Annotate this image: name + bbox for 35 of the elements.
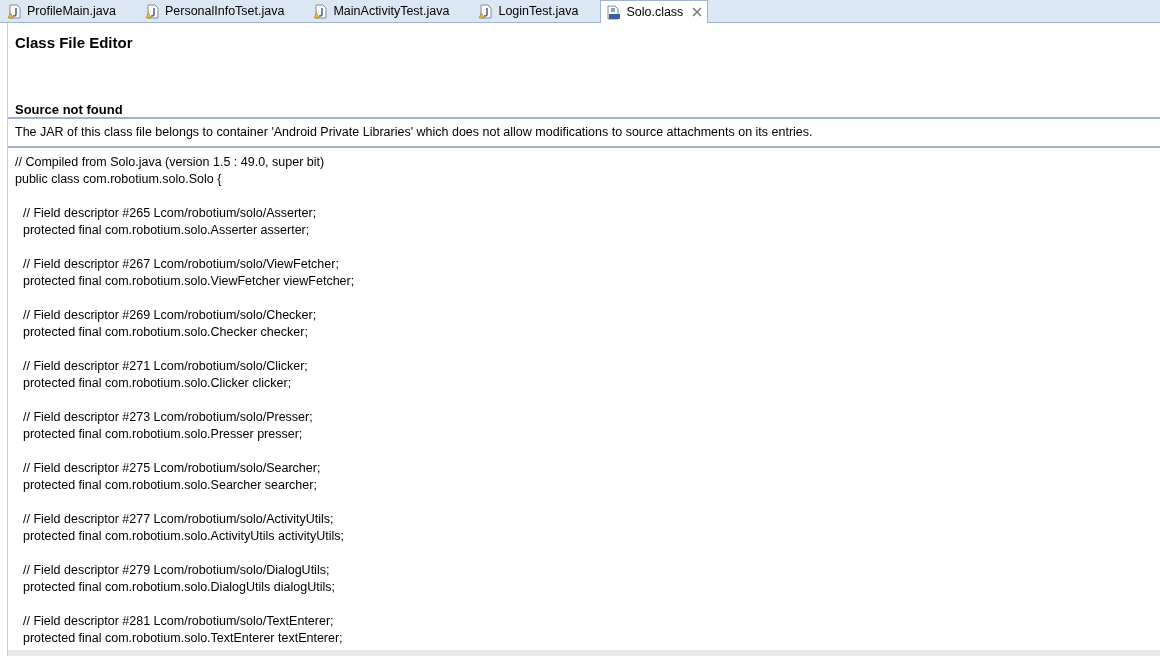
code-line: protected final com.robotium.solo.Presser presser; xyxy=(23,427,303,441)
java-file-icon xyxy=(314,3,329,19)
code-comment: // Field descriptor #281 Lcom/robotium/solo/TextEnterer; xyxy=(23,614,334,628)
java-file-icon xyxy=(145,3,160,19)
code-line: protected final com.robotium.solo.Asserter asserter; xyxy=(23,223,310,237)
code-line: protected final com.robotium.solo.ViewFetcher viewFetcher; xyxy=(23,274,355,288)
editor-tab[interactable]: MainActivityTest.java xyxy=(306,0,458,22)
code-comment: // Field descriptor #267 Lcom/robotium/solo/ViewFetcher; xyxy=(23,257,339,271)
editor-title: Class File Editor xyxy=(14,33,134,53)
code-line: protected final com.robotium.solo.TextEnterer textEnterer; xyxy=(23,631,343,645)
code-comment: // Field descriptor #273 Lcom/robotium/solo/Presser; xyxy=(23,410,313,424)
horizontal-scrollbar[interactable] xyxy=(8,650,1160,656)
code-comment: // Field descriptor #277 Lcom/robotium/solo/ActivityUtils; xyxy=(23,512,334,526)
java-file-icon xyxy=(479,3,494,19)
code-line: protected final com.robotium.solo.Checker checker; xyxy=(23,325,308,339)
editor-tab[interactable]: PersonalInfoTset.java xyxy=(137,0,293,22)
class-file-icon xyxy=(606,4,622,20)
code-comment: // Field descriptor #275 Lcom/robotium/solo/Searcher; xyxy=(23,461,321,475)
section-title: Source not found xyxy=(14,101,124,117)
message-text: The JAR of this class file belongs to container 'Android Private Libraries' which does not allow modifications to source attachments on its entries. xyxy=(14,124,814,141)
code-line: protected final com.robotium.solo.Searcher searcher; xyxy=(23,478,317,492)
code-line: // Compiled from Solo.java (version 1.5 : 49.0, super bit) xyxy=(15,155,325,169)
code-line: protected final com.robotium.solo.ActivityUtils activityUtils; xyxy=(23,529,344,543)
code-comment: // Field descriptor #265 Lcom/robotium/solo/Asserter; xyxy=(23,206,317,220)
code-comment: // Field descriptor #271 Lcom/robotium/solo/Clicker; xyxy=(23,359,308,373)
java-file-icon xyxy=(8,3,22,19)
close-icon[interactable] xyxy=(692,7,703,17)
code-line: public class com.robotium.solo.Solo { xyxy=(15,172,222,186)
editor-tab[interactable]: ProfileMain.java xyxy=(0,0,124,22)
code-line: protected final com.robotium.solo.DialogUtils dialogUtils; xyxy=(23,580,335,594)
code-comment: // Field descriptor #279 Lcom/robotium/solo/DialogUtils; xyxy=(23,563,330,577)
editor-tab[interactable]: LoginTest.java xyxy=(471,0,587,22)
code-line: protected final com.robotium.solo.Clicker clicker; xyxy=(23,376,292,390)
editor-tab[interactable]: Solo.class xyxy=(600,0,709,23)
code-comment: // Field descriptor #269 Lcom/robotium/solo/Checker; xyxy=(23,308,317,322)
